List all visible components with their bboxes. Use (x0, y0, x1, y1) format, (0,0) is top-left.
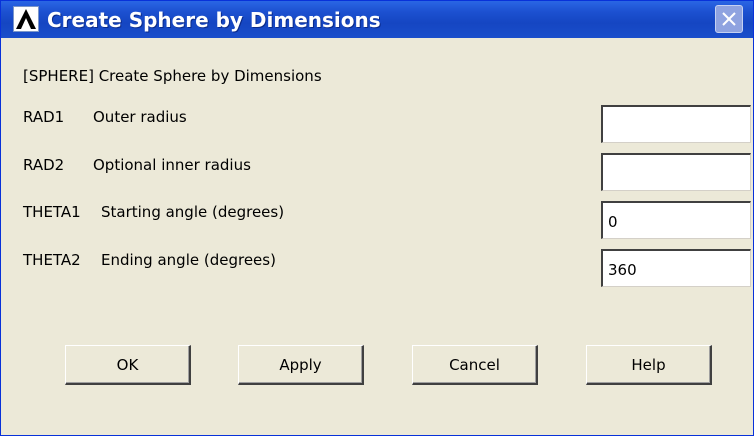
ok-button[interactable]: OK (65, 345, 191, 385)
theta2-param-label: THETA2 (23, 251, 81, 269)
theta1-description: Starting angle (degrees) (101, 203, 285, 221)
close-icon (722, 12, 736, 26)
rad1-description: Outer radius (93, 108, 187, 126)
theta2-description: Ending angle (degrees) (101, 251, 276, 269)
help-button[interactable]: Help (586, 345, 712, 385)
apply-button[interactable]: Apply (238, 345, 364, 385)
ansys-logo-icon (13, 6, 39, 32)
cancel-button[interactable]: Cancel (412, 345, 538, 385)
rad1-input[interactable] (601, 105, 751, 143)
command-label: [SPHERE] Create Sphere by Dimensions (23, 67, 322, 85)
theta1-input[interactable]: 0 (601, 201, 751, 239)
close-button[interactable] (715, 5, 743, 33)
title-bar[interactable]: Create Sphere by Dimensions (1, 1, 753, 38)
rad2-param-label: RAD2 (23, 156, 65, 174)
theta2-input[interactable]: 360 (601, 249, 751, 287)
rad2-input[interactable] (601, 153, 751, 191)
window-title: Create Sphere by Dimensions (47, 8, 381, 32)
dialog-window: Create Sphere by Dimensions [SPHERE] Cre… (0, 0, 754, 436)
rad2-description: Optional inner radius (93, 156, 251, 174)
rad1-param-label: RAD1 (23, 108, 65, 126)
theta1-param-label: THETA1 (23, 203, 81, 221)
